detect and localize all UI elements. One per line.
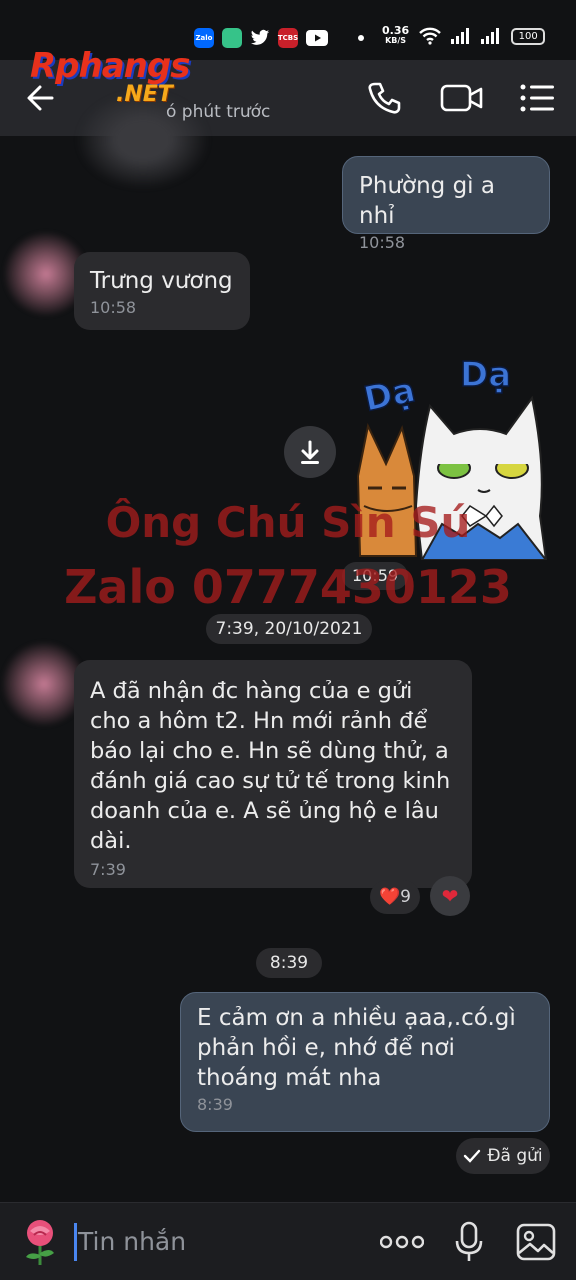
download-icon	[301, 440, 319, 464]
wifi-icon	[419, 27, 441, 45]
rose-sticker-icon[interactable]	[18, 1217, 62, 1267]
microphone-icon[interactable]	[454, 1221, 484, 1263]
download-button[interactable]	[284, 426, 336, 478]
message-input[interactable]: Tin nhắn	[78, 1227, 186, 1256]
image-icon[interactable]	[516, 1223, 556, 1261]
message-time: 8:39	[197, 1095, 233, 1114]
tcbs-icon: TCBS	[278, 28, 298, 48]
sticker-text-right: Dạ	[460, 356, 511, 395]
watermark-line-1: Ông Chú Sìn Sú	[105, 498, 471, 547]
status-right: 0.36 KB/S 100	[382, 25, 546, 46]
reaction-number: 9	[400, 887, 411, 907]
youtube-icon	[306, 30, 328, 46]
heart-icon: ❤️	[379, 887, 401, 907]
heart-icon: ❤	[441, 884, 459, 908]
menu-icon[interactable]	[520, 84, 556, 112]
message-text: E cảm ơn a nhiều ạaa,.có.gì phản hồi e, …	[197, 1005, 516, 1091]
sent-status-text: Đã gửi	[487, 1146, 543, 1166]
watermark-line-2: Zalo 0777430123	[64, 560, 512, 614]
message-time: 10:58	[90, 298, 137, 317]
network-speed: 0.36 KB/S	[382, 25, 409, 46]
text-cursor	[74, 1223, 77, 1261]
more-icon[interactable]	[380, 1235, 424, 1249]
chat-screen: Zalo TCBS 0.36 KB/S 100 ó phút trước Rph…	[0, 0, 576, 1280]
message-bubble-incoming[interactable]: A đã nhận đc hàng của e gửi cho a hôm t2…	[74, 660, 472, 888]
message-bubble-outgoing[interactable]: Phường gì a nhỉ 10:58	[342, 156, 550, 252]
video-call-icon[interactable]	[440, 82, 484, 114]
sticker-text-left: Dạ	[360, 370, 418, 420]
message-time: 10:58	[359, 233, 406, 252]
site-logo-watermark: Rphangs .NET	[30, 46, 190, 107]
logo-sub: .NET	[116, 82, 173, 107]
message-composer: Tin nhắn	[0, 1202, 576, 1280]
add-reaction-button[interactable]: ❤	[430, 876, 470, 916]
message-text: A đã nhận đc hàng của e gửi cho a hôm t2…	[90, 678, 451, 854]
notification-icons: Zalo TCBS	[194, 28, 364, 48]
message-bubble-incoming[interactable]: Trưng vương 10:58	[74, 252, 250, 330]
net-speed-unit: KB/S	[385, 36, 407, 45]
battery-icon: 100	[511, 27, 546, 45]
signal-icon	[451, 28, 470, 44]
phone-icon[interactable]	[366, 80, 402, 116]
time-separator: 8:39	[256, 948, 322, 978]
reaction-count[interactable]: ❤️ 9	[370, 880, 420, 914]
logo-main: Rphangs	[30, 46, 190, 86]
check-icon	[464, 1149, 481, 1163]
twitter-icon	[250, 29, 270, 45]
sent-status-badge: Đã gửi	[456, 1138, 550, 1174]
more-notifications-dot	[358, 35, 364, 41]
message-time: 7:39	[90, 860, 126, 879]
zalo-icon: Zalo	[194, 28, 214, 48]
message-text: Phường gì a nhỉ	[359, 173, 495, 229]
signal-icon-2	[481, 28, 500, 44]
message-text: Trưng vương	[90, 268, 233, 294]
green-app-icon	[222, 28, 242, 48]
date-separator: 7:39, 20/10/2021	[206, 614, 372, 644]
last-seen-status: ó phút trước	[166, 102, 271, 122]
message-bubble-outgoing[interactable]: E cảm ơn a nhiều ạaa,.có.gì phản hồi e, …	[180, 992, 550, 1132]
